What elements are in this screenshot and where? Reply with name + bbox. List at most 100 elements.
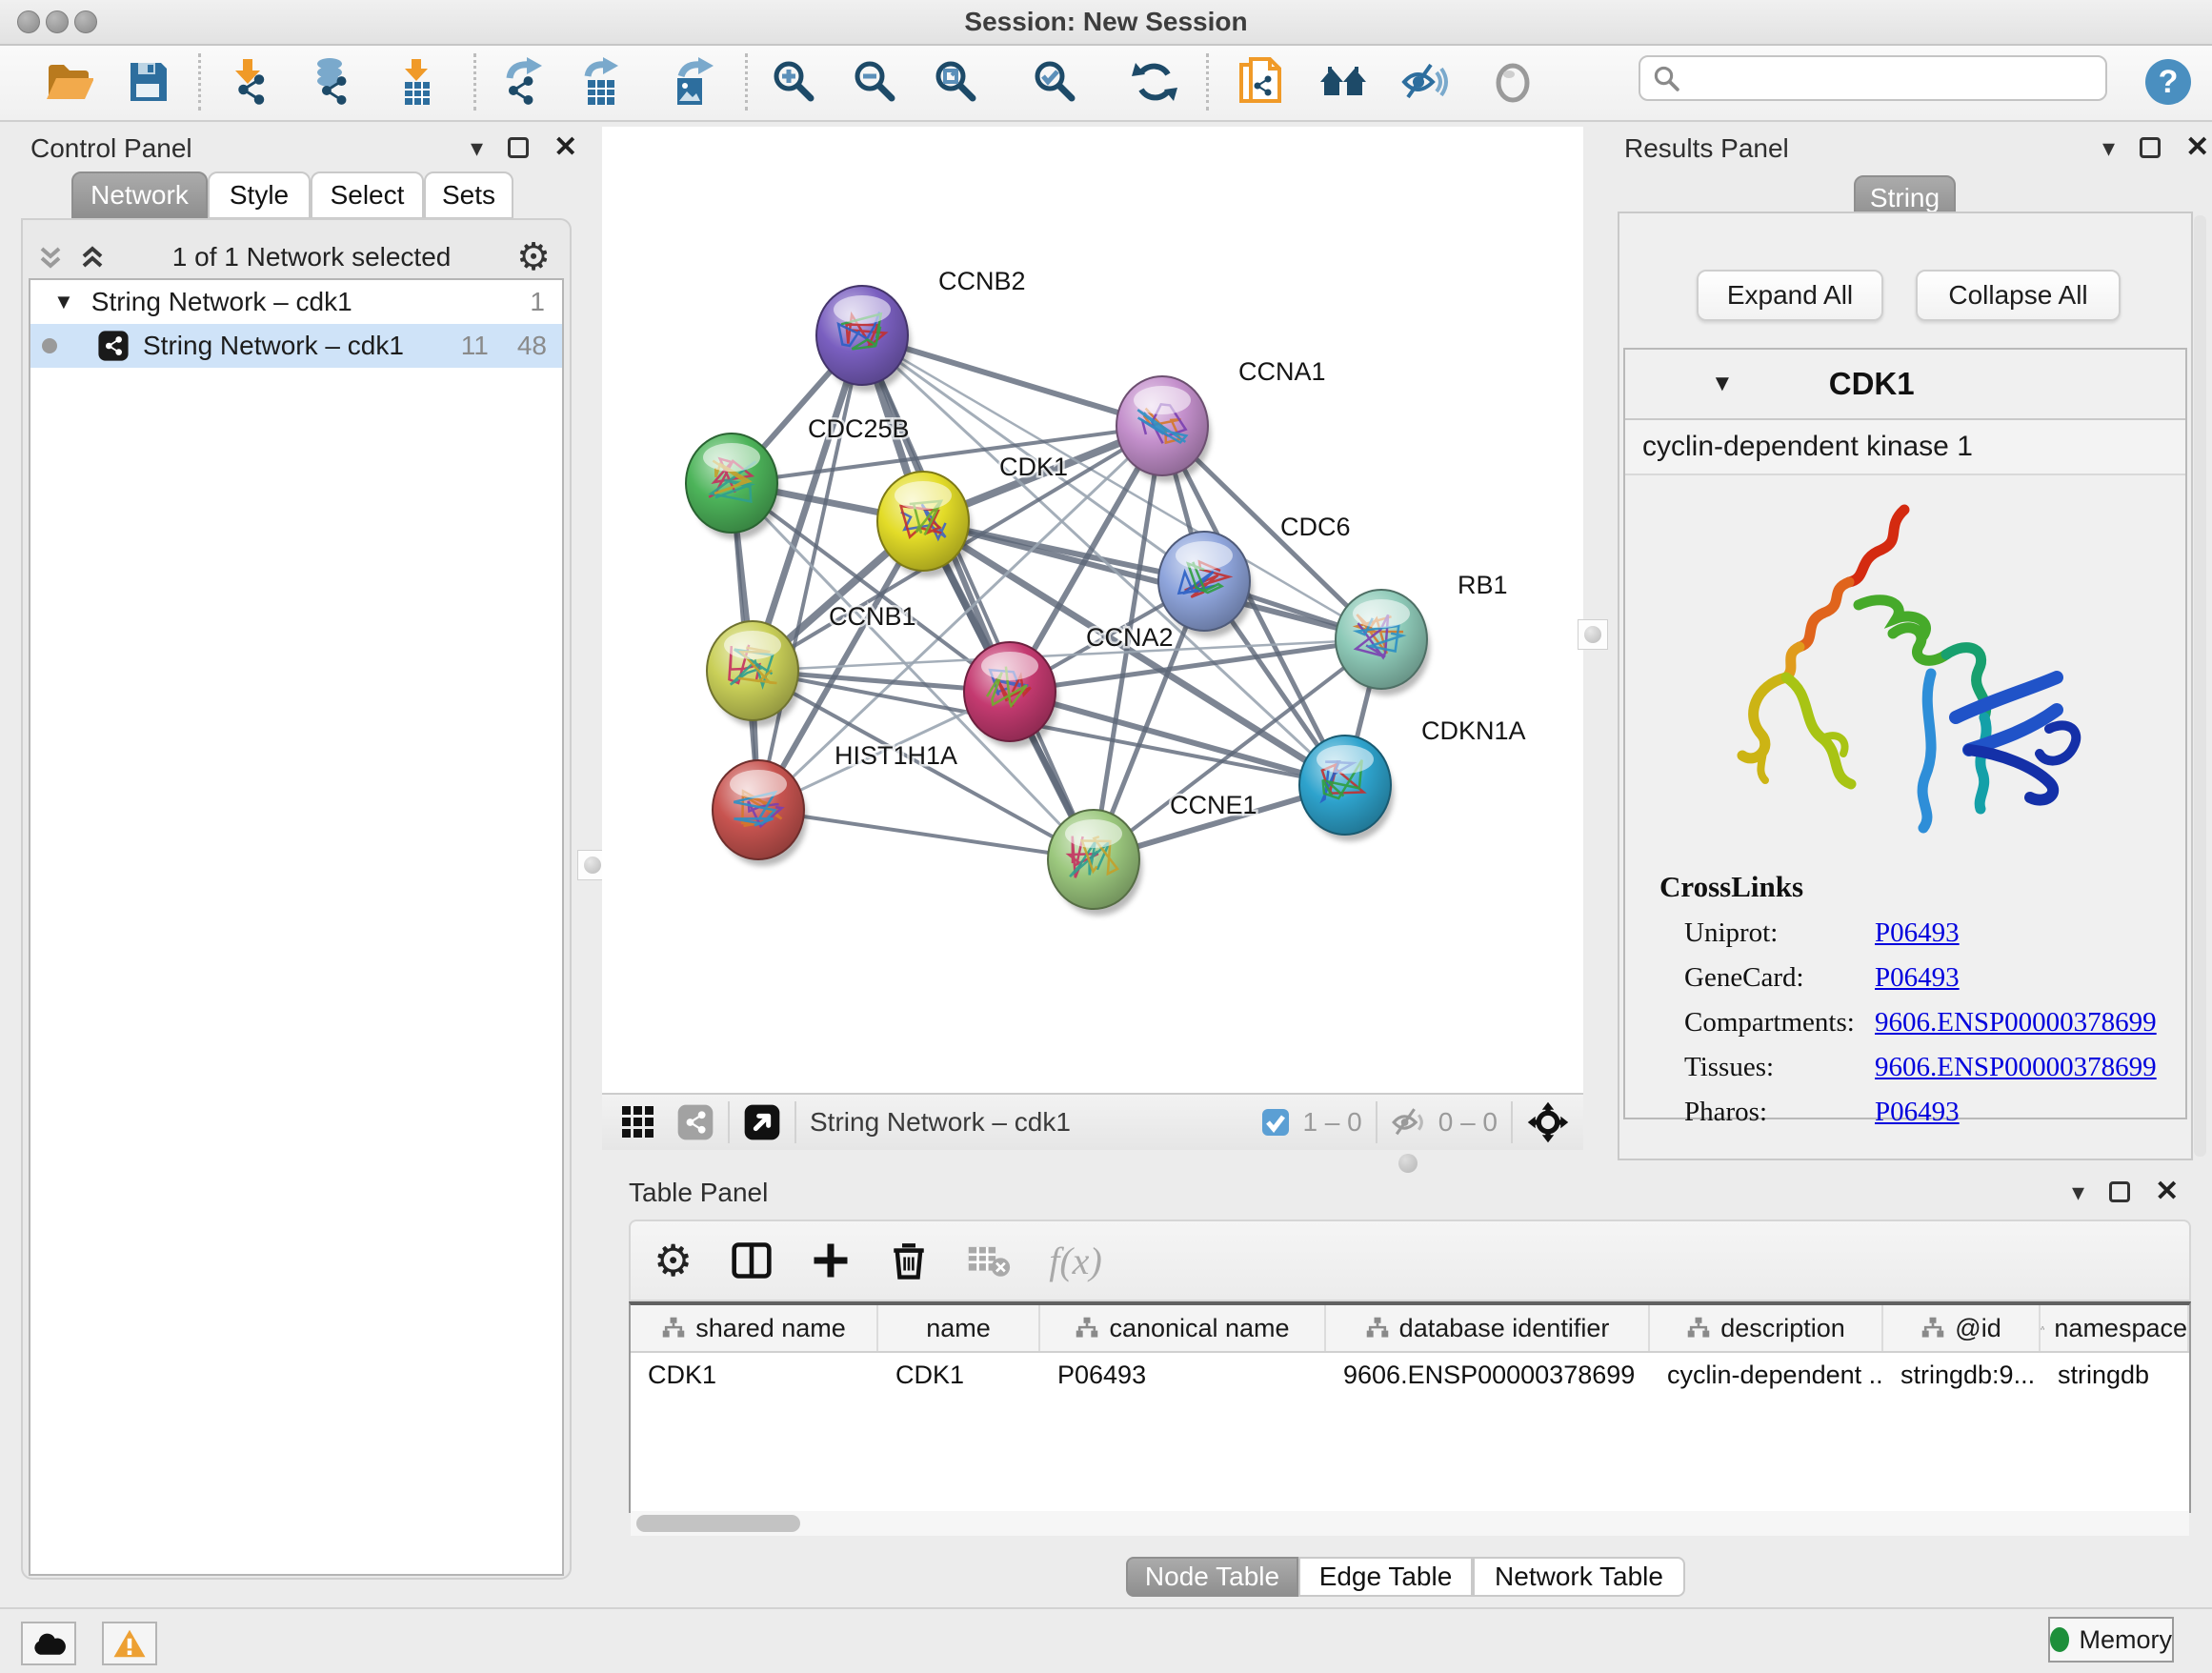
zoom-in-icon[interactable] xyxy=(768,55,821,109)
graph-node-CCNA1[interactable]: CCNA1 xyxy=(1116,357,1326,482)
network-options-gear-icon[interactable]: ⚙ xyxy=(516,238,551,276)
results-panel-collapse-icon[interactable]: ▾ xyxy=(2102,135,2115,160)
network-row-selected[interactable]: String Network – cdk1 11 48 xyxy=(30,324,562,368)
node-table[interactable]: shared namenamecanonical namedatabase id… xyxy=(629,1301,2191,1513)
table-panel-float-icon[interactable] xyxy=(2109,1181,2130,1202)
tab-node-table[interactable]: Node Table xyxy=(1126,1557,1298,1597)
hidden-eye-icon[interactable] xyxy=(1391,1106,1429,1139)
birds-eye-view-icon[interactable] xyxy=(743,1103,781,1141)
hidden-count: 0 – 0 xyxy=(1438,1107,1498,1138)
help-icon[interactable]: ? xyxy=(2142,55,2195,109)
table-cell[interactable]: CDK1 xyxy=(631,1353,878,1397)
tab-sets[interactable]: Sets xyxy=(424,171,513,219)
refresh-icon[interactable] xyxy=(1128,55,1181,109)
collapse-all-button[interactable]: Collapse All xyxy=(1916,270,2121,321)
export-table-icon[interactable] xyxy=(574,55,628,109)
grid-view-icon[interactable] xyxy=(621,1105,655,1139)
export-network-icon[interactable] xyxy=(496,55,550,109)
results-panel-close-icon[interactable]: ✕ xyxy=(2185,133,2209,162)
tab-edge-table[interactable]: Edge Table xyxy=(1298,1557,1473,1597)
zoom-out-icon[interactable] xyxy=(849,55,902,109)
protein-structure-image xyxy=(1701,491,2111,853)
toolbar-separator xyxy=(473,53,476,111)
network-canvas[interactable]: CCNB2CCNA1CDC25BCDK1CDC6RB1CCNB1CCNA2CDK… xyxy=(602,127,1583,1093)
graph-node-CDC25B[interactable]: CDC25B xyxy=(686,414,910,539)
control-panel-collapse-icon[interactable]: ▾ xyxy=(471,135,483,160)
table-settings-gear-icon[interactable]: ⚙ xyxy=(654,1239,693,1282)
crosslink-link[interactable]: 9606.ENSP00000378699 xyxy=(1875,1007,2157,1038)
table-cell[interactable]: P06493 xyxy=(1040,1353,1326,1397)
import-table-icon[interactable] xyxy=(390,55,443,109)
crosslink-label: GeneCard: xyxy=(1684,962,1875,994)
table-cell[interactable]: stringdb:9... xyxy=(1883,1353,2041,1397)
table-cell[interactable]: CDK1 xyxy=(878,1353,1040,1397)
open-session-icon[interactable] xyxy=(42,55,95,109)
table-horizontal-scrollbar[interactable] xyxy=(631,1511,2189,1536)
shared-column-icon xyxy=(661,1316,686,1340)
selected-checkbox-icon[interactable] xyxy=(1260,1107,1291,1138)
node-label-CCNB1: CCNB1 xyxy=(829,602,916,631)
collapse-all-icon[interactable] xyxy=(36,243,65,272)
shared-column-icon xyxy=(1920,1316,1945,1340)
gene-collapse-icon[interactable]: ▼ xyxy=(1711,371,1734,397)
table-scrollbar-thumb[interactable] xyxy=(636,1515,800,1532)
table-panel-collapse-icon[interactable]: ▾ xyxy=(2072,1179,2084,1204)
graph-node-CDKN1A[interactable]: CDKN1A xyxy=(1299,716,1526,841)
tree-expand-icon[interactable]: ▼ xyxy=(53,290,74,314)
zoom-fit-icon[interactable] xyxy=(930,55,983,109)
cloud-status-button[interactable] xyxy=(21,1622,76,1665)
results-panel-float-icon[interactable] xyxy=(2140,137,2161,158)
table-cell[interactable]: 9606.ENSP00000378699 xyxy=(1326,1353,1650,1397)
expand-all-icon[interactable] xyxy=(78,243,107,272)
crosslink-link[interactable]: P06493 xyxy=(1875,917,1960,949)
crosslink-link[interactable]: 9606.ENSP00000378699 xyxy=(1875,1052,2157,1083)
search-input[interactable] xyxy=(1639,55,2107,101)
tab-network-table[interactable]: Network Table xyxy=(1473,1557,1685,1597)
memory-status-dot xyxy=(2050,1627,2069,1652)
table-cell[interactable]: cyclin-dependent ... xyxy=(1650,1353,1883,1397)
home-icon[interactable] xyxy=(1317,55,1370,109)
graph-node-RB1[interactable]: RB1 xyxy=(1336,571,1508,695)
column-header-shared-name[interactable]: shared name xyxy=(631,1305,878,1351)
column-header--id[interactable]: @id xyxy=(1883,1305,2041,1351)
crosslink-link[interactable]: P06493 xyxy=(1875,1097,1960,1128)
table-panel-close-icon[interactable]: ✕ xyxy=(2155,1178,2179,1206)
import-network-icon[interactable] xyxy=(222,55,275,109)
hide-panel-eye-icon[interactable] xyxy=(1398,55,1452,109)
table-cell[interactable]: stringdb xyxy=(2041,1353,2189,1397)
table-row[interactable]: CDK1CDK1P064939606.ENSP00000378699cyclin… xyxy=(631,1353,2189,1397)
show-columns-icon[interactable] xyxy=(731,1240,773,1281)
column-header-name[interactable]: name xyxy=(878,1305,1040,1351)
zoom-selected-icon[interactable] xyxy=(1029,55,1082,109)
gene-card: ▼ CDK1 cyclin-dependent kinase 1 CrossLi… xyxy=(1623,348,2187,1119)
tab-network[interactable]: Network xyxy=(71,171,208,219)
crosslink-link[interactable]: P06493 xyxy=(1875,962,1960,994)
warning-status-button[interactable] xyxy=(102,1622,157,1665)
eye-icon[interactable] xyxy=(1486,55,1539,109)
graph-node-HIST1H1A[interactable]: HIST1H1A xyxy=(713,741,957,866)
share-view-icon[interactable] xyxy=(676,1103,714,1141)
column-header-database-identifier[interactable]: database identifier xyxy=(1326,1305,1650,1351)
add-column-icon[interactable] xyxy=(811,1240,851,1280)
export-image-icon[interactable] xyxy=(666,55,719,109)
graph-node-CCNE1[interactable]: CCNE1 xyxy=(1048,791,1257,916)
network-collection-row[interactable]: ▼ String Network – cdk1 1 xyxy=(30,280,562,324)
fit-content-crosshair-icon[interactable] xyxy=(1526,1100,1570,1144)
import-database-icon[interactable] xyxy=(303,55,356,109)
control-panel-close-icon[interactable]: ✕ xyxy=(553,133,577,162)
svg-text:?: ? xyxy=(2159,64,2179,100)
delete-column-icon[interactable] xyxy=(889,1240,929,1280)
crosslink-label: Tissues: xyxy=(1684,1052,1875,1083)
save-session-icon[interactable] xyxy=(121,55,174,109)
horizontal-splitter-handle[interactable] xyxy=(1398,1154,1418,1173)
control-panel-float-icon[interactable] xyxy=(508,137,529,158)
string-document-icon[interactable] xyxy=(1234,55,1287,109)
results-scrollbar[interactable] xyxy=(2194,215,2206,1157)
column-header-namespace[interactable]: namespace xyxy=(2041,1305,2189,1351)
column-header-description[interactable]: description xyxy=(1650,1305,1883,1351)
tab-style[interactable]: Style xyxy=(208,171,311,219)
memory-button[interactable]: Memory xyxy=(2048,1617,2174,1663)
expand-all-button[interactable]: Expand All xyxy=(1697,270,1883,321)
column-header-canonical-name[interactable]: canonical name xyxy=(1040,1305,1326,1351)
tab-select[interactable]: Select xyxy=(311,171,424,219)
